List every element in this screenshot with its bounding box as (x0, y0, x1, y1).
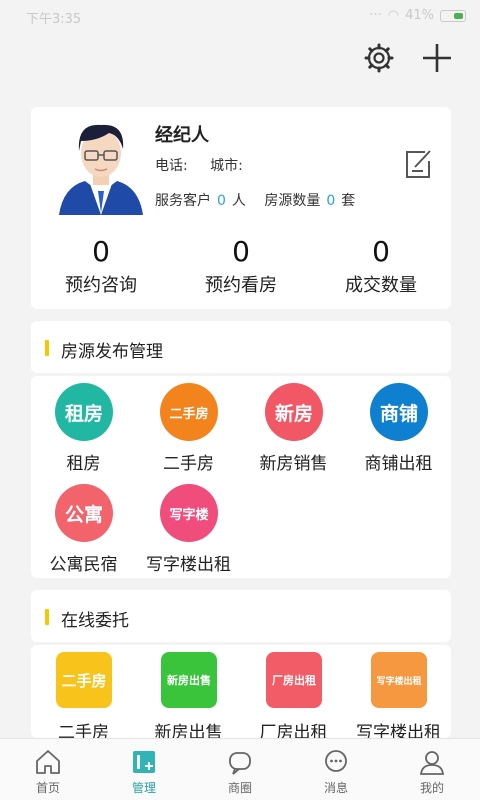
listings-unit: 套 (341, 193, 356, 209)
stat-value: 0 (232, 235, 250, 268)
section-title: 在线委托 (61, 611, 129, 631)
stat-label: 成交数量 (345, 275, 417, 296)
tile-label: 二手房 (58, 723, 109, 738)
tile-entrust-office[interactable]: 写字楼出租 写字楼出租 (346, 645, 451, 738)
listings-value: 0 (326, 193, 336, 209)
stat-label: 预约咨询 (65, 275, 137, 296)
tile-label: 新房销售 (259, 454, 328, 474)
wifi-icon: ◠ (387, 8, 400, 23)
city-label: 城市: (210, 158, 243, 174)
tile-shop-rent[interactable]: 商铺 商铺出租 (346, 376, 451, 477)
message-icon (325, 750, 347, 772)
entrust-grid-items: 二手房 二手房 新房出售 新房出售 厂房出租 厂房出租 写字楼出租 写字楼出租 (31, 645, 451, 738)
listing-section-header: 房源发布管理 (31, 321, 451, 373)
tile-entrust-factory[interactable]: 厂房出租 厂房出租 (241, 645, 346, 738)
manage-icon (133, 751, 155, 773)
section-title: 房源发布管理 (61, 342, 163, 362)
second-hand-house-icon: 二手房 (56, 652, 112, 708)
stat-deals[interactable]: 0 成交数量 (311, 235, 451, 297)
status-icons: ··· ◠ 41% (369, 8, 466, 23)
tile-apartment[interactable]: 公寓 公寓民宿 (31, 477, 136, 578)
stat-label: 预约看房 (205, 275, 277, 296)
tab-messages[interactable]: 消息 (288, 739, 384, 800)
stat-value: 0 (372, 235, 390, 268)
tile-label: 商铺出租 (364, 454, 433, 474)
tile-label: 公寓民宿 (49, 555, 118, 575)
listings-label: 房源数量 (264, 193, 321, 209)
edit-icon[interactable] (403, 147, 433, 181)
tile-second-hand[interactable]: 二手房 二手房 (136, 376, 241, 477)
new-house-sale-icon: 新房出售 (161, 652, 217, 708)
section-accent-bar (45, 340, 49, 356)
phone-label: 电话: (155, 158, 188, 174)
apartment-icon: 公寓 (55, 484, 113, 542)
tab-label: 我的 (419, 781, 444, 795)
tile-entrust-new-house[interactable]: 新房出售 新房出售 (136, 645, 241, 738)
settings-icon[interactable] (364, 43, 394, 73)
stat-viewings[interactable]: 0 预约看房 (171, 235, 311, 297)
tile-label: 写字楼出租 (356, 723, 441, 738)
tile-new-house-sales[interactable]: 新房 新房销售 (241, 376, 346, 477)
second-hand-house-icon: 二手房 (160, 383, 218, 441)
service-clients-unit: 人 (231, 193, 246, 209)
tab-me[interactable]: 我的 (384, 739, 480, 800)
bottom-tab-bar: 首页 管理 商圈 消息 我的 (0, 738, 480, 800)
tab-label: 管理 (131, 781, 156, 795)
stats-row: 0 预约咨询 0 预约看房 0 成交数量 (31, 235, 451, 297)
tab-label: 首页 (35, 781, 60, 795)
chat-bubble-icon (229, 752, 251, 775)
tab-manage[interactable]: 管理 (96, 739, 192, 800)
rent-icon: 租房 (55, 383, 113, 441)
listing-grid-items: 租房 租房 二手房 二手房 新房 新房销售 商铺 商铺出租 公寓 公寓民宿 写字… (31, 376, 451, 578)
section-accent-bar (45, 609, 49, 625)
listing-grid: 租房 租房 二手房 二手房 新房 新房销售 商铺 商铺出租 公寓 公寓民宿 写字… (31, 376, 451, 578)
battery-icon (440, 9, 466, 22)
status-time: 下午3:35 (26, 12, 82, 27)
tab-label: 消息 (323, 781, 348, 795)
tile-label: 新房出售 (154, 723, 223, 738)
tile-rent[interactable]: 租房 租房 (31, 376, 136, 477)
tile-label: 租房 (66, 454, 101, 474)
tile-office-rent[interactable]: 写字楼 写字楼出租 (136, 477, 241, 578)
tab-business-circle[interactable]: 商圈 (192, 739, 288, 800)
office-rent-icon: 写字楼出租 (371, 652, 427, 708)
office-icon: 写字楼 (160, 484, 218, 542)
home-icon (36, 750, 60, 774)
stat-consultations[interactable]: 0 预约咨询 (31, 235, 171, 297)
agent-avatar[interactable] (53, 115, 149, 215)
entrust-grid: 二手房 二手房 新房出售 新房出售 厂房出租 厂房出租 写字楼出租 写字楼出租 (31, 645, 451, 738)
top-bar (0, 32, 480, 92)
tile-label: 厂房出租 (259, 723, 328, 738)
tile-entrust-second-hand[interactable]: 二手房 二手房 (31, 645, 136, 738)
status-bar: 下午3:35 ··· ◠ 41% (0, 0, 480, 32)
profile-card: 经纪人 电话: 城市: 服务客户 0 人 房源数量 0 套 0 预约咨询 0 预约看房 … (31, 107, 451, 309)
signal-icon: ··· (369, 8, 382, 23)
tab-label: 商圈 (227, 781, 252, 795)
stat-value: 0 (92, 235, 110, 268)
factory-rent-icon: 厂房出租 (266, 652, 322, 708)
agent-name: 经纪人 (155, 125, 209, 146)
tab-home[interactable]: 首页 (0, 739, 96, 800)
contact-info: 电话: 城市: (155, 155, 243, 175)
user-icon (419, 751, 445, 775)
tile-label: 写字楼出租 (146, 555, 231, 575)
entrust-section-header: 在线委托 (31, 590, 451, 642)
service-clients-value: 0 (217, 193, 226, 209)
battery-percent: 41% (405, 8, 434, 23)
shop-icon: 商铺 (370, 383, 428, 441)
agent-counts: 服务客户 0 人 房源数量 0 套 (155, 190, 355, 210)
add-icon[interactable] (420, 41, 454, 75)
tile-label: 二手房 (163, 454, 214, 474)
service-clients-label: 服务客户 (155, 193, 211, 209)
new-house-icon: 新房 (265, 383, 323, 441)
